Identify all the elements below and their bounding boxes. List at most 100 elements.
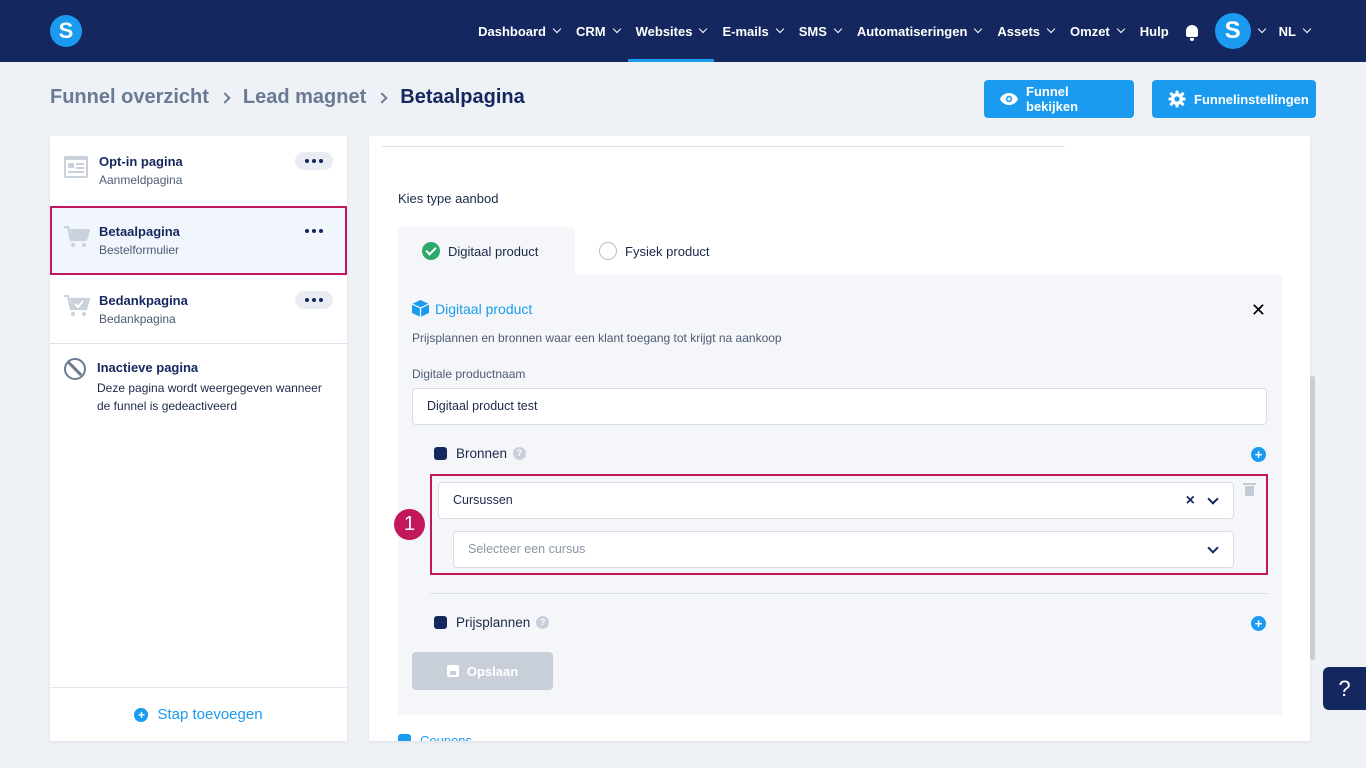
nav-label: Dashboard <box>478 23 546 39</box>
funnel-steps-panel: Opt-in pagina Aanmeldpagina Betaalpagina… <box>50 136 347 741</box>
main-nav: Dashboard CRM Websites E-mails SMS Autom… <box>470 0 1318 62</box>
nav-item-assets[interactable]: Assets <box>989 0 1062 62</box>
close-icon[interactable]: ✕ <box>1251 301 1266 319</box>
chevron-down-icon <box>974 24 983 34</box>
step-options-button[interactable] <box>295 222 333 240</box>
page-title: Betaalpagina <box>400 86 525 108</box>
tab-digital-product[interactable]: Digitaal product <box>398 227 575 275</box>
step-subtitle: Aanmeldpagina <box>99 173 183 187</box>
course-placeholder: Selecteer een cursus <box>468 542 586 556</box>
breadcrumb: Funnel overzicht Lead magnet Betaalpagin… <box>50 86 525 109</box>
prohibited-icon <box>64 358 86 380</box>
add-step-button[interactable]: + Stap toevoegen <box>50 687 347 741</box>
resources-icon <box>434 447 447 460</box>
radio-icon <box>599 242 617 260</box>
divider <box>430 593 1268 594</box>
chevron-down-icon <box>612 24 621 34</box>
step-options-button[interactable] <box>295 291 333 309</box>
nav-label: Websites <box>635 23 693 39</box>
nav-label: E-mails <box>722 23 769 39</box>
nav-item-crm[interactable]: CRM <box>568 0 628 62</box>
course-select[interactable]: Selecteer een cursus <box>453 531 1234 568</box>
add-source-button[interactable]: + <box>1251 447 1266 462</box>
language-selector[interactable]: NL <box>1271 0 1318 62</box>
nav-item-dashboard[interactable]: Dashboard <box>470 0 568 62</box>
step-title: Opt-in pagina <box>99 154 183 169</box>
source-type-select[interactable]: Cursussen × <box>438 482 1234 519</box>
nav-item-automatiseringen[interactable]: Automatiseringen <box>849 0 990 62</box>
digital-product-card: Digitaal product ✕ Prijsplannen en bronn… <box>398 275 1282 715</box>
nav-label: Assets <box>997 23 1041 39</box>
help-icon[interactable]: ? <box>536 616 550 629</box>
tab-label: Fysiek product <box>625 243 710 259</box>
chevron-down-icon <box>775 24 784 34</box>
step-bedankpagina[interactable]: Bedankpagina Bedankpagina <box>50 275 347 344</box>
view-funnel-button[interactable]: Funnel bekijken <box>984 80 1134 118</box>
cart-check-icon <box>64 294 91 317</box>
chevron-right-icon <box>219 91 231 104</box>
step-subtitle: Bestelformulier <box>99 243 180 257</box>
nav-label: CRM <box>576 23 606 39</box>
coupons-section[interactable]: Coupons <box>398 733 472 741</box>
step-opt-in[interactable]: Opt-in pagina Aanmeldpagina <box>50 136 347 205</box>
check-circle-icon <box>422 242 440 260</box>
product-title: Digitaal product <box>412 300 532 317</box>
product-name-input[interactable]: Digitaal product test <box>412 388 1267 425</box>
app-logo[interactable]: S <box>50 15 82 47</box>
bronnen-section-header: Bronnen ? <box>434 446 527 461</box>
gear-icon <box>1168 90 1186 108</box>
funnel-settings-button[interactable]: Funnelinstellingen <box>1152 80 1316 118</box>
avatar: S <box>1214 13 1251 49</box>
inactive-title: Inactieve pagina <box>97 360 199 375</box>
bronnen-label: Bronnen <box>456 446 508 461</box>
inactive-description: Deze pagina wordt weergegeven wanneer de… <box>97 381 322 413</box>
nav-label: Automatiseringen <box>856 23 968 39</box>
chevron-down-icon <box>1046 24 1056 34</box>
top-navigation-bar: S Dashboard CRM Websites E-mails SMS Aut… <box>0 0 1366 62</box>
coupons-label: Coupons <box>420 733 473 741</box>
trash-icon[interactable] <box>1243 483 1256 496</box>
step-options-button[interactable] <box>295 152 333 170</box>
scrollbar[interactable] <box>1310 376 1315 660</box>
product-title-text: Digitaal product <box>435 300 533 317</box>
offer-type-label: Kies type aanbod <box>398 191 499 206</box>
user-menu[interactable]: S <box>1207 13 1271 49</box>
source-selection-highlight: Cursussen × Selecteer een cursus <box>430 474 1268 575</box>
nav-item-websites[interactable]: Websites <box>627 0 715 62</box>
eye-icon <box>1000 90 1018 108</box>
chevron-down-icon <box>1207 493 1219 505</box>
help-button[interactable]: ? <box>1323 667 1366 710</box>
add-price-plan-button[interactable]: + <box>1251 616 1266 631</box>
clear-icon[interactable]: × <box>1186 483 1195 518</box>
page-editor-panel: Kies type aanbod Digitaal product Fysiek… <box>369 136 1310 741</box>
breadcrumb-funnel-overview[interactable]: Funnel overzicht <box>50 86 209 109</box>
nav-item-hulp[interactable]: Hulp <box>1132 0 1177 62</box>
view-funnel-label: Funnel bekijken <box>1026 84 1079 114</box>
nav-item-omzet[interactable]: Omzet <box>1062 0 1132 62</box>
chevron-down-icon <box>699 24 708 34</box>
cart-icon <box>64 225 91 248</box>
nav-item-sms[interactable]: SMS <box>791 0 849 62</box>
nav-item-emails[interactable]: E-mails <box>714 0 790 62</box>
step-subtitle: Bedankpagina <box>99 312 176 326</box>
plus-circle-icon: + <box>134 707 149 722</box>
chevron-down-icon <box>552 24 562 34</box>
save-button[interactable]: Opslaan <box>412 652 553 690</box>
chevron-down-icon <box>1257 24 1266 34</box>
divider <box>50 343 347 344</box>
help-icon[interactable]: ? <box>513 447 527 460</box>
chevron-right-icon <box>376 91 388 104</box>
step-betaalpagina[interactable]: Betaalpagina Bestelformulier <box>50 206 347 275</box>
notifications-button[interactable] <box>1177 0 1207 62</box>
form-page-icon <box>64 156 88 178</box>
add-step-label: Stap toevoegen <box>157 706 263 723</box>
step-title: Betaalpagina <box>99 224 180 239</box>
funnel-settings-label: Funnelinstellingen <box>1194 91 1309 107</box>
chevron-down-icon <box>1116 24 1126 34</box>
product-name-label: Digitale productnaam <box>412 367 526 381</box>
wallet-icon <box>434 616 447 629</box>
breadcrumb-lead-magnet[interactable]: Lead magnet <box>243 86 366 109</box>
tab-physical-product[interactable]: Fysiek product <box>599 227 759 275</box>
product-description: Prijsplannen en bronnen waar een klant t… <box>412 331 782 345</box>
source-type-value: Cursussen <box>453 493 513 507</box>
